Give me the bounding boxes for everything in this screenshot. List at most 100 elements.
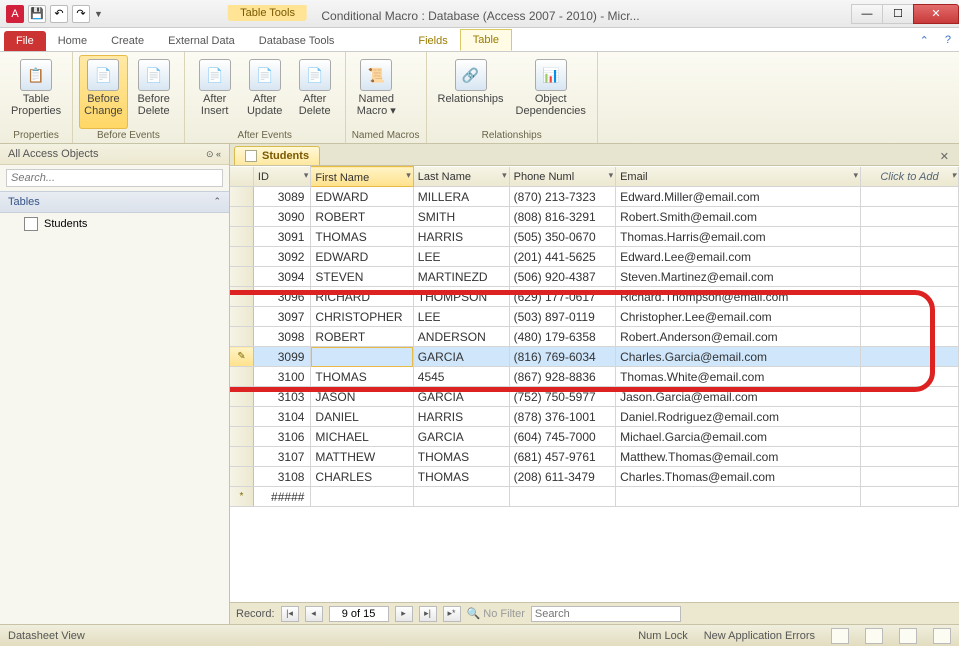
cell-phone[interactable]: (480) 179-6358 — [509, 327, 615, 347]
row-header[interactable]: ✎ — [230, 347, 253, 367]
tab-external-data[interactable]: External Data — [156, 31, 247, 51]
cell-phone[interactable]: (870) 213-7323 — [509, 187, 615, 207]
row-header[interactable] — [230, 187, 253, 207]
cell-id[interactable]: 3096 — [253, 287, 311, 307]
row-header[interactable] — [230, 387, 253, 407]
cell-add[interactable] — [861, 227, 959, 247]
datasheet-grid[interactable]: ID▾ First Name▾ Last Name▾ Phone Numl▾ E… — [230, 166, 959, 602]
cell-first-name[interactable]: EDWARD — [311, 187, 413, 207]
prev-record-button[interactable]: ◂ — [305, 606, 323, 622]
col-id[interactable]: ID▾ — [253, 167, 311, 187]
view-layout-button[interactable] — [933, 628, 951, 644]
row-header[interactable] — [230, 207, 253, 227]
cell-add[interactable] — [861, 187, 959, 207]
cell-last-name[interactable]: GARCIA — [413, 427, 509, 447]
cell-last-name[interactable]: LEE — [413, 307, 509, 327]
select-all[interactable] — [230, 167, 253, 187]
cell-id[interactable]: 3099 — [253, 347, 311, 367]
cell-phone[interactable]: (506) 920-4387 — [509, 267, 615, 287]
table-row[interactable]: 3090ROBERTSMITH(808) 816-3291Robert.Smit… — [230, 207, 959, 227]
cell-last-name[interactable]: LEE — [413, 247, 509, 267]
cell-email[interactable]: Christopher.Lee@email.com — [616, 307, 861, 327]
table-row[interactable]: 3104DANIELHARRIS(878) 376-1001Daniel.Rod… — [230, 407, 959, 427]
first-record-button[interactable]: |◂ — [281, 606, 299, 622]
row-header[interactable] — [230, 427, 253, 447]
cell-phone[interactable]: (867) 928-8836 — [509, 367, 615, 387]
next-record-button[interactable]: ▸ — [395, 606, 413, 622]
cell-phone[interactable]: (201) 441-5625 — [509, 247, 615, 267]
nav-item-students[interactable]: Students — [0, 213, 229, 235]
minimize-button[interactable]: — — [851, 4, 883, 24]
close-tab-button[interactable]: ✕ — [934, 148, 955, 165]
table-row[interactable]: 3096RICHARDTHOMPSON(629) 177-0617Richard… — [230, 287, 959, 307]
cell-phone[interactable]: (808) 816-3291 — [509, 207, 615, 227]
cell-id[interactable]: 3098 — [253, 327, 311, 347]
cell-last-name[interactable]: THOMAS — [413, 467, 509, 487]
row-header[interactable] — [230, 407, 253, 427]
cell-email[interactable]: Thomas.Harris@email.com — [616, 227, 861, 247]
col-first-name[interactable]: First Name▾ — [311, 167, 413, 187]
cell-phone[interactable]: (816) 769-6034 — [509, 347, 615, 367]
table-row[interactable]: 3092EDWARDLEE(201) 441-5625Edward.Lee@em… — [230, 247, 959, 267]
named-macro-button[interactable]: 📜Named Macro ▾ — [352, 55, 401, 129]
nav-header-dropdown-icon[interactable]: ⊙ « — [206, 149, 221, 160]
cell-phone[interactable]: (681) 457-9761 — [509, 447, 615, 467]
cell-email[interactable]: Charles.Thomas@email.com — [616, 467, 861, 487]
cell-last-name[interactable]: HARRIS — [413, 227, 509, 247]
row-header[interactable] — [230, 227, 253, 247]
view-datasheet-button[interactable] — [831, 628, 849, 644]
cell-add[interactable] — [861, 287, 959, 307]
cell-email[interactable]: Thomas.White@email.com — [616, 367, 861, 387]
cell-add[interactable] — [861, 247, 959, 267]
cell-id[interactable]: 3092 — [253, 247, 311, 267]
save-icon[interactable]: 💾 — [28, 5, 46, 23]
nav-search-input[interactable] — [6, 169, 223, 187]
new-record-button[interactable]: ▸* — [443, 606, 461, 622]
table-properties-button[interactable]: 📋Table Properties — [6, 55, 66, 129]
cell-add[interactable] — [861, 327, 959, 347]
cell-phone[interactable]: (505) 350-0670 — [509, 227, 615, 247]
cell-phone[interactable]: (752) 750-5977 — [509, 387, 615, 407]
col-email[interactable]: Email▾ — [616, 167, 861, 187]
cell-last-name[interactable]: MILLERA — [413, 187, 509, 207]
object-dependencies-button[interactable]: 📊Object Dependencies — [511, 55, 591, 129]
cell-id[interactable]: 3103 — [253, 387, 311, 407]
row-header[interactable] — [230, 287, 253, 307]
table-row[interactable]: 3106MICHAELGARCIA(604) 745-7000Michael.G… — [230, 427, 959, 447]
cell-first-name[interactable]: JASON — [311, 387, 413, 407]
cell-add[interactable] — [861, 307, 959, 327]
record-position-input[interactable] — [329, 606, 389, 622]
app-icon[interactable]: A — [6, 5, 24, 23]
table-row[interactable]: 3089EDWARDMILLERA(870) 213-7323Edward.Mi… — [230, 187, 959, 207]
cell-first-name[interactable]: DANIEL — [311, 407, 413, 427]
cell-last-name[interactable]: GARCIA — [413, 347, 509, 367]
view-design-button[interactable] — [865, 628, 883, 644]
cell-email[interactable]: Robert.Anderson@email.com — [616, 327, 861, 347]
cell-last-name[interactable]: SMITH — [413, 207, 509, 227]
filter-indicator[interactable]: 🔍 No Filter — [467, 607, 525, 620]
nav-section-tables[interactable]: Tables ⌃ — [0, 191, 229, 213]
cell-last-name[interactable]: ANDERSON — [413, 327, 509, 347]
cell-id[interactable]: 3094 — [253, 267, 311, 287]
col-last-name[interactable]: Last Name▾ — [413, 167, 509, 187]
document-tab-students[interactable]: Students — [234, 146, 320, 165]
row-header[interactable] — [230, 327, 253, 347]
cell-id[interactable]: 3106 — [253, 427, 311, 447]
before-delete-button[interactable]: 📄Before Delete — [130, 55, 178, 129]
table-row[interactable]: 3097CHRISTOPHERLEE(503) 897-0119Christop… — [230, 307, 959, 327]
table-row[interactable]: 3107MATTHEWTHOMAS(681) 457-9761Matthew.T… — [230, 447, 959, 467]
cell-email[interactable]: Robert.Smith@email.com — [616, 207, 861, 227]
cell-last-name[interactable]: THOMPSON — [413, 287, 509, 307]
status-errors[interactable]: New Application Errors — [704, 630, 815, 642]
cell-last-name[interactable]: MARTINEZD — [413, 267, 509, 287]
ribbon-minimize-icon[interactable]: ⌃ — [912, 30, 937, 51]
cell-last-name[interactable]: THOMAS — [413, 447, 509, 467]
cell-id[interactable]: 3090 — [253, 207, 311, 227]
after-insert-button[interactable]: 📄After Insert — [191, 55, 239, 129]
row-header[interactable] — [230, 267, 253, 287]
tab-create[interactable]: Create — [99, 31, 156, 51]
cell-last-name[interactable]: 4545 — [413, 367, 509, 387]
cell-add[interactable] — [861, 347, 959, 367]
maximize-button[interactable]: ☐ — [882, 4, 914, 24]
row-header[interactable]: * — [230, 487, 253, 507]
